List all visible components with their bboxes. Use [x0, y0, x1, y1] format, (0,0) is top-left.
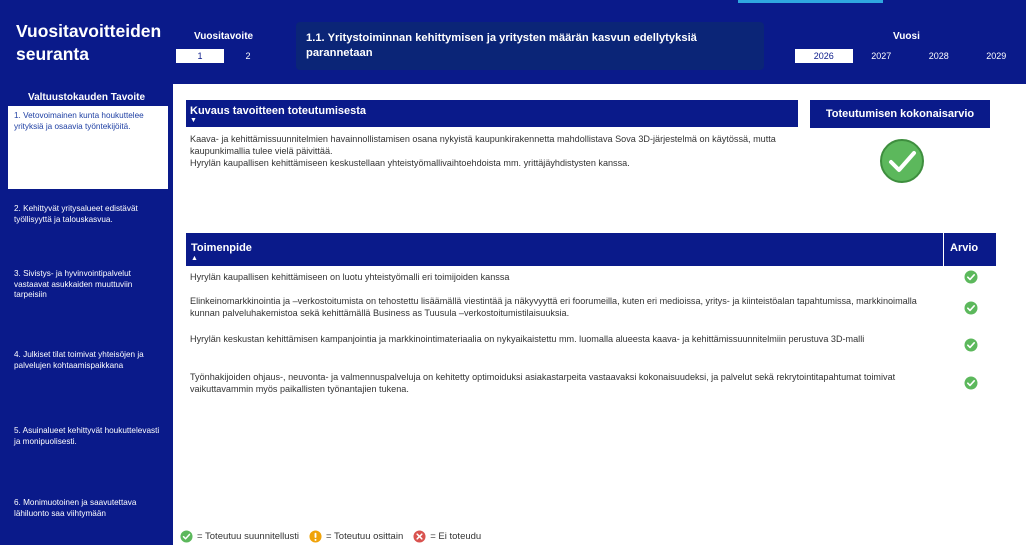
- year-option-2026[interactable]: 2026: [795, 49, 853, 63]
- year-slicer: 2026 2027 2028 2029: [795, 49, 1025, 63]
- vuositavoite-option-1[interactable]: 1: [176, 49, 224, 63]
- vuositavoite-label: Vuositavoite: [194, 31, 254, 42]
- description-line-1: Kaava- ja kehittämissuunnitelmien havain…: [190, 134, 776, 156]
- accent-line: [738, 0, 883, 3]
- description-text: Kaava- ja kehittämissuunnitelmien havain…: [190, 133, 800, 169]
- description-header-label: Kuvaus tavoitteen toteutumisesta: [190, 105, 367, 117]
- vuositavoite-slicer: 1 2: [176, 49, 272, 63]
- legend-label: = Toteutuu osittain: [326, 530, 404, 542]
- table-cell-action: Hyrylän kaupallisen kehittämiseen on luo…: [190, 272, 510, 282]
- sidebar-item-6[interactable]: 6. Monimuotoinen ja saavutettava lähiluo…: [8, 493, 168, 524]
- actions-table: Toimenpide ▲ Arvio Hyrylän kaupallisen k…: [186, 233, 996, 394]
- sidebar-title: Valtuustokauden Tavoite: [27, 92, 146, 103]
- overall-assessment-header: Toteutumisen kokonaisarvio: [810, 100, 990, 128]
- legend-label: = Toteutuu suunnitellusti: [197, 530, 300, 542]
- vuosi-label: Vuosi: [893, 31, 920, 42]
- year-option-2029[interactable]: 2029: [968, 49, 1026, 63]
- x-circle-icon: [413, 529, 426, 543]
- check-circle-icon: [880, 139, 924, 183]
- year-option-2028[interactable]: 2028: [910, 49, 968, 63]
- sidebar-item-2[interactable]: 2. Kehittyvät yritysalueet edistävät työ…: [8, 199, 168, 230]
- table-cell-action: Työnhakijoiden ohjaus-, neuvonta- ja val…: [190, 372, 896, 394]
- check-circle-icon: [964, 376, 978, 390]
- sidebar: Valtuustokauden Tavoite 1. Vetovoimainen…: [0, 84, 173, 545]
- sidebar-item-4[interactable]: 4. Julkiset tilat toimivat yhteisöjen ja…: [8, 345, 168, 376]
- sidebar-item-1[interactable]: 1. Vetovoimainen kunta houkuttelee yrity…: [8, 106, 168, 189]
- column-divider: [943, 233, 944, 266]
- check-circle-icon: [964, 301, 978, 315]
- exclamation-circle-icon: [309, 529, 322, 543]
- sort-arrow-icon[interactable]: ▼: [190, 117, 197, 124]
- column-header-toimenpide[interactable]: Toimenpide ▲: [191, 242, 252, 262]
- year-option-2027[interactable]: 2027: [853, 49, 911, 63]
- check-circle-icon: [964, 270, 978, 284]
- goal-title: 1.1. Yritystoiminnan kehittymisen ja yri…: [296, 22, 764, 70]
- sort-arrow-icon[interactable]: ▲: [191, 255, 198, 262]
- sidebar-item-5[interactable]: 5. Asuinalueet kehittyvät houkuttelevast…: [8, 421, 168, 452]
- check-circle-icon: [180, 529, 193, 543]
- table-row: Elinkeinomarkkinointia ja –verkostoitumi…: [186, 295, 996, 319]
- app-title: Vuositavoitteiden seuranta: [16, 21, 162, 64]
- table-row: Hyrylän keskustan kehittämisen kampanjoi…: [186, 333, 996, 357]
- description-header: Kuvaus tavoitteen toteutumisesta ▼: [186, 100, 798, 127]
- description-line-2: Hyrylän kaupallisen kehittämiseen keskus…: [190, 158, 630, 168]
- legend: = Toteutuu suunnitellusti = Toteutuu osi…: [180, 528, 491, 544]
- table-header-row: Toimenpide ▲ Arvio: [186, 233, 996, 266]
- legend-label: = Ei toteudu: [430, 530, 482, 542]
- table-cell-action: Elinkeinomarkkinointia ja –verkostoitumi…: [190, 296, 917, 318]
- table-row: Hyrylän kaupallisen kehittämiseen on luo…: [186, 270, 996, 285]
- table-row: Työnhakijoiden ohjaus-, neuvonta- ja val…: [186, 371, 996, 395]
- column-header-arvio[interactable]: Arvio: [950, 242, 978, 254]
- vuositavoite-option-2[interactable]: 2: [224, 49, 272, 63]
- check-circle-icon: [964, 338, 978, 352]
- table-cell-action: Hyrylän keskustan kehittämisen kampanjoi…: [190, 334, 865, 344]
- sidebar-item-3[interactable]: 3. Sivistys- ja hyvinvointipalvelut vast…: [8, 264, 168, 306]
- column-header-toimenpide-label: Toimenpide: [191, 242, 252, 254]
